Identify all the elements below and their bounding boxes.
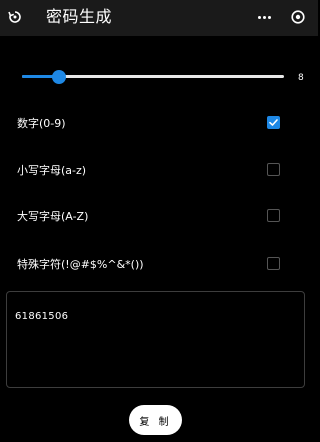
option-label: 大写字母(A-Z) [17, 210, 89, 223]
option-lowercase[interactable]: 小写字母(a-z) [0, 159, 318, 183]
back-icon [8, 11, 21, 23]
length-value: 8 [298, 73, 304, 83]
more-dot [267, 15, 271, 19]
close-button[interactable] [288, 7, 308, 27]
checkbox-special[interactable] [267, 257, 280, 270]
checkbox-digits[interactable] [267, 116, 280, 129]
password-output[interactable]: 61861506 [6, 291, 305, 388]
checkmark-icon [269, 119, 278, 126]
app-root: 密码生成 8 数字(0-9) 小写字母(a-z) 大写字母(A-Z) 特殊字符(… [0, 0, 318, 442]
more-dot [262, 15, 266, 19]
more-button[interactable] [254, 9, 274, 25]
option-digits[interactable]: 数字(0-9) [0, 112, 318, 136]
slider-thumb[interactable] [51, 70, 66, 84]
option-label: 小写字母(a-z) [17, 164, 87, 177]
close-circle-icon [291, 10, 305, 24]
more-dots-icon [257, 15, 261, 19]
option-uppercase[interactable]: 大写字母(A-Z) [0, 205, 318, 229]
option-label: 数字(0-9) [17, 117, 66, 130]
page-title: 密码生成 [46, 7, 113, 26]
option-special[interactable]: 特殊字符(!@#$%^&*()) [0, 253, 318, 277]
password-value: 61861506 [15, 311, 69, 322]
checkbox-lowercase[interactable] [267, 163, 280, 176]
back-button[interactable] [5, 7, 25, 27]
length-slider[interactable] [22, 67, 284, 87]
checkbox-uppercase[interactable] [267, 209, 280, 222]
option-label: 特殊字符(!@#$%^&*()) [17, 258, 144, 271]
copy-button[interactable]: 复 制 [129, 405, 182, 435]
title-bar: 密码生成 [0, 0, 318, 36]
